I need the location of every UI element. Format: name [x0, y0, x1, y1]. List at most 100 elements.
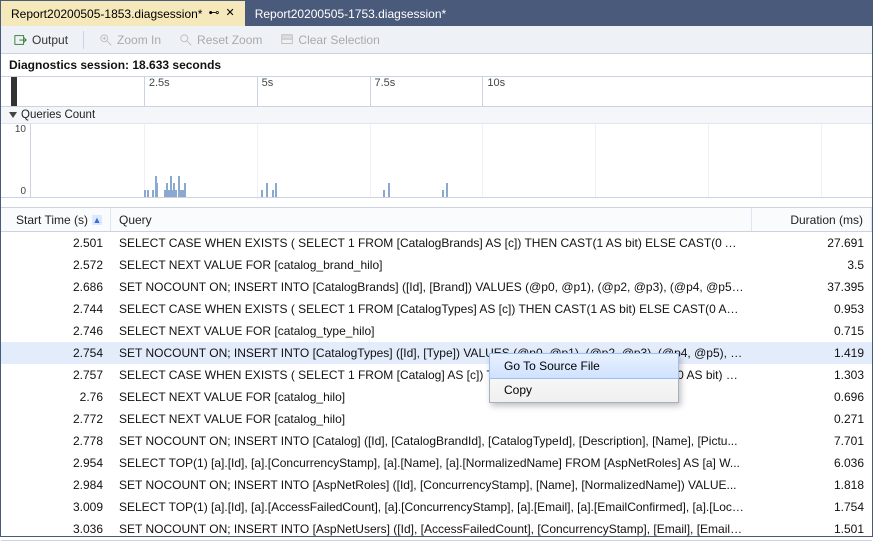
chart-bar [175, 190, 177, 197]
cell-start: 2.746 [1, 324, 111, 338]
chart-bar [144, 190, 146, 197]
cell-query: SELECT NEXT VALUE FOR [catalog_type_hilo… [111, 324, 752, 338]
output-button[interactable]: Output [7, 30, 75, 50]
tab-report-1853[interactable]: Report20200505-1853.diagsession* ⊷ ✕ [1, 1, 245, 26]
cell-duration: 1.303 [752, 368, 872, 382]
cell-start: 2.772 [1, 412, 111, 426]
cell-duration: 7.701 [752, 434, 872, 448]
cell-duration: 6.036 [752, 456, 872, 470]
pin-icon[interactable]: ⊷ [208, 8, 219, 19]
table-row[interactable]: 2.954SELECT TOP(1) [a].[Id], [a].[Concur… [1, 452, 872, 474]
cell-query: SET NOCOUNT ON; INSERT INTO [AspNetRoles… [111, 478, 752, 492]
cell-start: 2.984 [1, 478, 111, 492]
cell-duration: 0.715 [752, 324, 872, 338]
table-row[interactable]: 2.501SELECT CASE WHEN EXISTS ( SELECT 1 … [1, 232, 872, 254]
cell-start: 2.754 [1, 346, 111, 360]
table-row[interactable]: 2.754SET NOCOUNT ON; INSERT INTO [Catalo… [1, 342, 872, 364]
col-duration[interactable]: Duration (ms) [752, 208, 872, 231]
col-start-time[interactable]: Start Time (s) ▲ [1, 208, 111, 231]
timeline[interactable]: 2.5s5s7.5s10s [1, 77, 872, 107]
tab-report-1753[interactable]: Report20200505-1753.diagsession* [245, 1, 456, 26]
chart-bar [266, 183, 268, 197]
sort-asc-icon: ▲ [92, 215, 102, 225]
table-row[interactable]: 2.984SET NOCOUNT ON; INSERT INTO [AspNet… [1, 474, 872, 496]
close-icon[interactable]: ✕ [225, 8, 234, 19]
tab-label: Report20200505-1753.diagsession* [255, 7, 446, 21]
clear-selection-label: Clear Selection [298, 33, 379, 47]
cell-duration: 0.271 [752, 412, 872, 426]
chart-area[interactable]: 10 0 [1, 124, 872, 198]
tab-label: Report20200505-1853.diagsession* [11, 7, 202, 21]
cell-start: 2.501 [1, 236, 111, 250]
zoom-in-icon [99, 33, 113, 47]
timeline-tick: 7.5s [370, 77, 396, 106]
zoom-in-button: Zoom In [92, 30, 168, 50]
chart-bar [156, 190, 158, 197]
cell-query: SET NOCOUNT ON; INSERT INTO [CatalogBran… [111, 280, 752, 294]
cell-start: 3.009 [1, 500, 111, 514]
table-row[interactable]: 2.746SELECT NEXT VALUE FOR [catalog_type… [1, 320, 872, 342]
cell-start: 2.778 [1, 434, 111, 448]
table-row[interactable]: 2.772SELECT NEXT VALUE FOR [catalog_hilo… [1, 408, 872, 430]
chart-bar [383, 190, 385, 197]
table-row[interactable]: 2.572SELECT NEXT VALUE FOR [catalog_bran… [1, 254, 872, 276]
col-query[interactable]: Query [111, 208, 752, 231]
session-header: Diagnostics session: 18.633 seconds [1, 54, 872, 77]
tab-bar: Report20200505-1853.diagsession* ⊷ ✕ Rep… [1, 1, 872, 26]
col-start-label: Start Time (s) [16, 213, 88, 227]
cell-duration: 0.953 [752, 302, 872, 316]
chart-plot[interactable] [31, 124, 872, 197]
cell-duration: 0.696 [752, 390, 872, 404]
timeline-tick: 2.5s [144, 77, 170, 106]
table-header: Start Time (s) ▲ Query Duration (ms) [1, 208, 872, 232]
ytick-max: 10 [15, 124, 26, 135]
chart-bar [147, 190, 149, 197]
cell-duration: 3.5 [752, 258, 872, 272]
clear-selection-icon [280, 33, 294, 47]
table-row[interactable]: 2.778SET NOCOUNT ON; INSERT INTO [Catalo… [1, 430, 872, 452]
menu-go-to-source[interactable]: Go To Source File [489, 353, 679, 379]
zoom-in-label: Zoom In [117, 33, 161, 47]
cell-query: SET NOCOUNT ON; INSERT INTO [Catalog] ([… [111, 434, 752, 448]
timeline-start-marker[interactable] [11, 77, 17, 106]
table-row[interactable]: 2.757SELECT CASE WHEN EXISTS ( SELECT 1 … [1, 364, 872, 386]
chart-bar [184, 183, 186, 197]
clear-selection-button: Clear Selection [273, 30, 386, 50]
reset-zoom-button: Reset Zoom [172, 30, 269, 50]
chart-bar [442, 190, 444, 197]
cell-query: SELECT NEXT VALUE FOR [catalog_brand_hil… [111, 258, 752, 272]
cell-query: SELECT CASE WHEN EXISTS ( SELECT 1 FROM … [111, 236, 752, 250]
cell-query: SELECT TOP(1) [a].[Id], [a].[AccessFaile… [111, 500, 752, 514]
table-body: 2.501SELECT CASE WHEN EXISTS ( SELECT 1 … [1, 232, 872, 540]
arrow-right-icon [14, 33, 28, 47]
table-row[interactable]: 2.76SELECT NEXT VALUE FOR [catalog_hilo]… [1, 386, 872, 408]
cell-duration: 1.501 [752, 522, 872, 536]
context-menu: Go To Source File Copy [489, 353, 679, 403]
cell-duration: 37.395 [752, 280, 872, 294]
menu-copy[interactable]: Copy [490, 378, 678, 402]
cell-query: SELECT TOP(1) [a].[Id], [a].[Concurrency… [111, 456, 752, 470]
table-row[interactable]: 2.744SELECT CASE WHEN EXISTS ( SELECT 1 … [1, 298, 872, 320]
cell-duration: 27.691 [752, 236, 872, 250]
reset-zoom-label: Reset Zoom [197, 33, 262, 47]
output-label: Output [32, 33, 68, 47]
cell-query: SELECT CASE WHEN EXISTS ( SELECT 1 FROM … [111, 302, 752, 316]
cell-query: SELECT NEXT VALUE FOR [catalog_hilo] [111, 412, 752, 426]
chart-title-row[interactable]: Queries Count [1, 107, 872, 124]
chart-bar [446, 183, 448, 197]
cell-start: 2.757 [1, 368, 111, 382]
table-row[interactable]: 2.686SET NOCOUNT ON; INSERT INTO [Catalo… [1, 276, 872, 298]
chart-bar [388, 183, 390, 197]
cell-start: 3.036 [1, 522, 111, 536]
collapse-icon[interactable] [9, 112, 17, 118]
reset-zoom-icon [179, 33, 193, 47]
separator [83, 31, 84, 49]
cell-start: 2.76 [1, 390, 111, 404]
cell-start: 2.686 [1, 280, 111, 294]
ytick-min: 0 [20, 186, 26, 197]
col-duration-label: Duration (ms) [790, 213, 863, 227]
table-row[interactable]: 3.009SELECT TOP(1) [a].[Id], [a].[Access… [1, 496, 872, 518]
cell-query: SET NOCOUNT ON; INSERT INTO [AspNetUsers… [111, 522, 752, 536]
cell-duration: 1.818 [752, 478, 872, 492]
cell-start: 2.572 [1, 258, 111, 272]
